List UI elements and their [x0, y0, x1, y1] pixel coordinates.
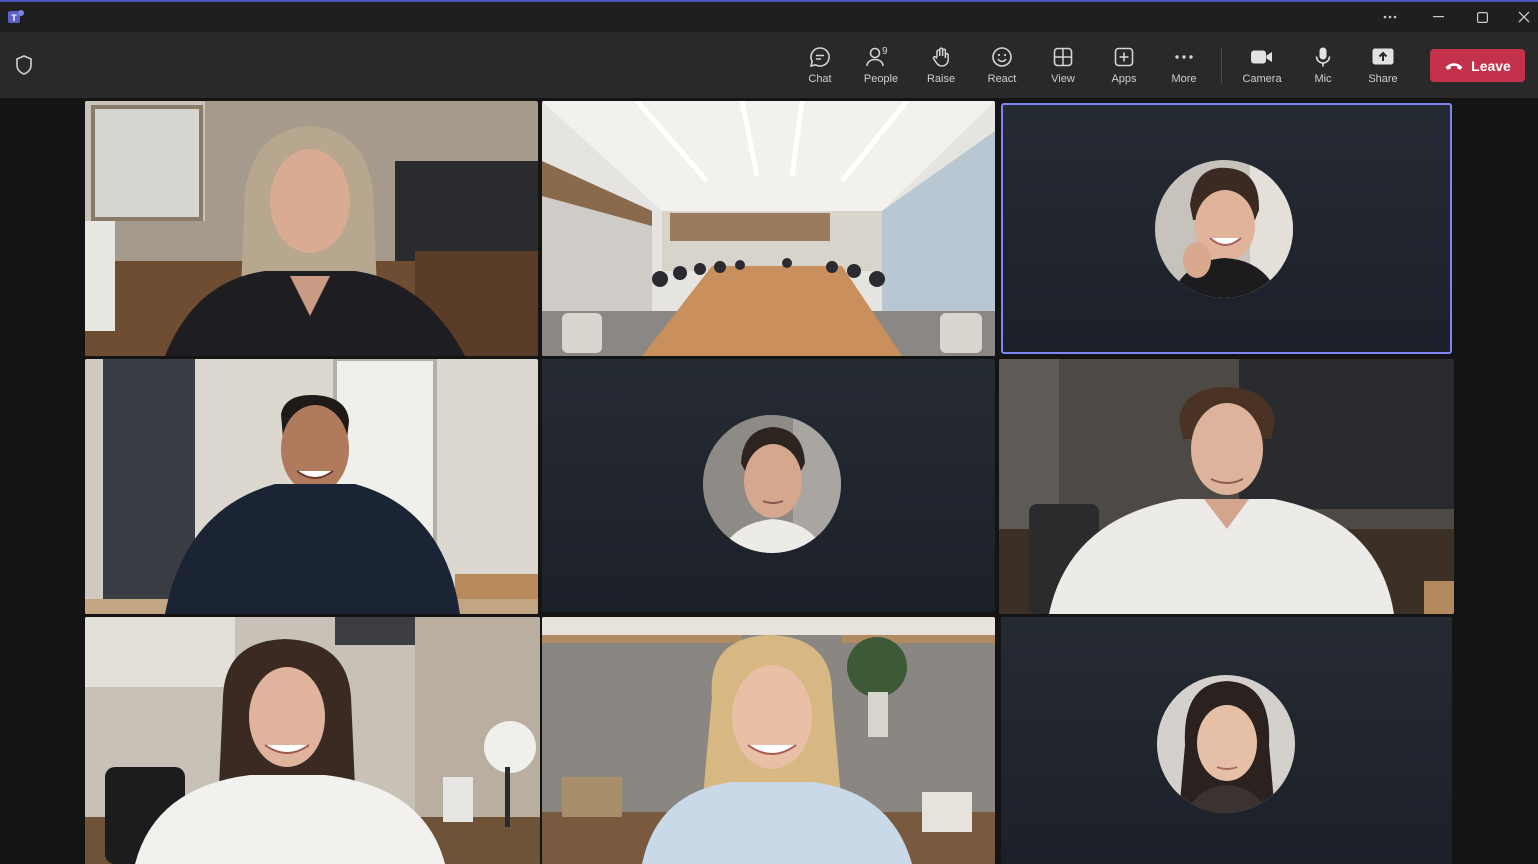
share-button[interactable]: Share: [1355, 44, 1411, 92]
share-screen-icon: [1372, 48, 1394, 65]
camera-label: Camera: [1242, 73, 1282, 85]
chat-button[interactable]: Chat: [792, 44, 848, 92]
smiley-icon: [992, 47, 1012, 67]
participant-avatar: [703, 415, 841, 553]
more-label: More: [1171, 73, 1197, 85]
participant-tile[interactable]: [85, 617, 540, 864]
participant-tile[interactable]: [542, 101, 995, 356]
participant-video: [542, 617, 995, 864]
teams-logo-icon: T: [8, 10, 24, 23]
mic-button[interactable]: Mic: [1295, 44, 1351, 92]
participant-video: [85, 359, 538, 614]
participant-tile[interactable]: [85, 101, 538, 356]
participant-video: [85, 617, 540, 864]
video-camera-icon: [1251, 50, 1272, 64]
raise-label: Raise: [926, 73, 956, 85]
grid-view-icon: [1053, 47, 1073, 67]
microphone-icon: [1315, 47, 1331, 67]
apps-label: Apps: [1111, 73, 1137, 85]
people-count: 9: [882, 46, 888, 57]
view-label: View: [1051, 73, 1075, 85]
svg-text:T: T: [11, 13, 17, 23]
participant-video: [85, 101, 538, 356]
leave-button[interactable]: Leave: [1430, 49, 1525, 82]
leave-label: Leave: [1471, 57, 1511, 74]
raise-hand-button[interactable]: Raise: [913, 44, 969, 92]
react-label: React: [987, 73, 1017, 85]
participant-avatar: [1157, 675, 1295, 813]
participant-tile[interactable]: [542, 359, 995, 612]
participant-tile[interactable]: [542, 617, 995, 864]
apps-button[interactable]: Apps: [1096, 44, 1152, 92]
more-icon: [1175, 55, 1193, 59]
camera-button[interactable]: Camera: [1234, 44, 1290, 92]
participant-tile-active-speaker[interactable]: [1001, 103, 1452, 354]
add-app-icon: [1114, 47, 1134, 67]
meeting-toolbar: Chat 9 People Raise React View Apps More…: [0, 32, 1538, 98]
ellipsis-icon[interactable]: [1368, 2, 1412, 32]
chat-icon: [809, 47, 830, 68]
chat-label: Chat: [808, 73, 832, 85]
close-icon[interactable]: [1502, 2, 1538, 32]
participant-tile[interactable]: [1001, 617, 1452, 864]
people-button[interactable]: 9 People: [853, 44, 909, 92]
participant-tile[interactable]: [85, 359, 538, 614]
maximize-icon[interactable]: [1460, 2, 1504, 32]
participant-video: [999, 359, 1454, 614]
shield-icon[interactable]: [14, 54, 34, 76]
toolbar-divider: [1221, 48, 1222, 84]
participant-tile[interactable]: [999, 359, 1454, 614]
participant-avatar: [1155, 160, 1293, 298]
title-bar: T: [0, 2, 1538, 32]
react-button[interactable]: React: [974, 44, 1030, 92]
participant-video: [542, 101, 995, 356]
video-stage: [0, 98, 1538, 864]
more-button[interactable]: More: [1156, 44, 1212, 92]
minimize-icon[interactable]: [1416, 2, 1460, 32]
share-label: Share: [1368, 73, 1398, 85]
people-label: People: [863, 73, 899, 85]
hand-icon: [932, 47, 949, 67]
mic-label: Mic: [1314, 73, 1332, 85]
view-button[interactable]: View: [1035, 44, 1091, 92]
hang-up-icon: [1445, 62, 1463, 70]
